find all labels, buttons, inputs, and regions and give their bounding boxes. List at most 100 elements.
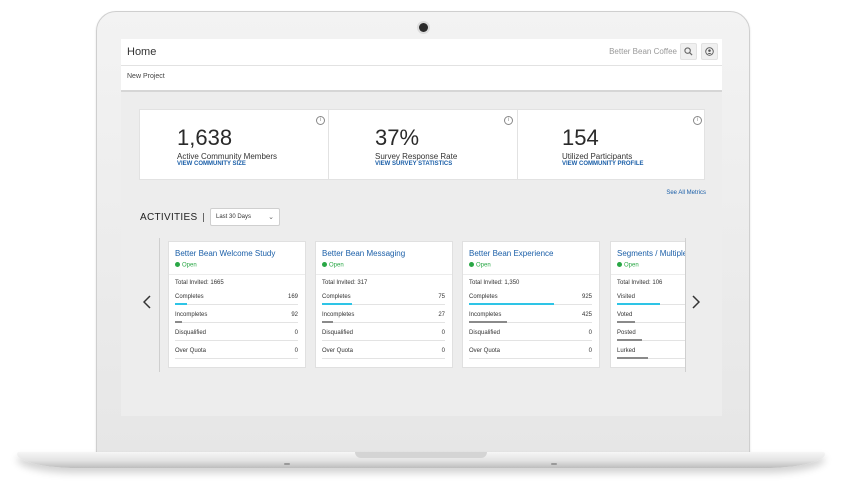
stat-row: Completes 169 [175, 294, 298, 312]
progress-bar [617, 357, 648, 359]
stat-label: Visited [617, 294, 635, 300]
stat-label: Incompletes [322, 312, 355, 318]
stat-value: 0 [588, 330, 592, 336]
stat-value: 0 [441, 348, 445, 354]
stat-label: Voted [617, 312, 633, 318]
stat-row: Posted [617, 330, 685, 348]
progress-track [322, 358, 445, 359]
status-badge: Open [617, 262, 639, 269]
activity-card[interactable]: Better Bean Welcome Study Open Total Invit… [168, 241, 306, 368]
stat-row: Disqualified 0 [175, 330, 298, 348]
activity-title[interactable]: Segments / Multiple [617, 249, 685, 258]
stat-label: Over Quota [175, 348, 207, 354]
stat-value: 0 [588, 348, 592, 354]
activity-card[interactable]: Segments / Multiple Open Total Invited: 10… [610, 241, 685, 368]
laptop-hinge-notch [355, 452, 487, 458]
progress-track [175, 358, 298, 359]
chevron-left-icon [142, 295, 151, 309]
divider [463, 274, 599, 275]
stat-row: Visited [617, 294, 685, 312]
stat-row: Over Quota 0 [469, 348, 592, 366]
account-icon [705, 47, 714, 56]
divider [316, 274, 452, 275]
divider [169, 274, 305, 275]
progress-track [322, 340, 445, 341]
stat-value: 925 [581, 294, 592, 300]
stat-value: 75 [438, 294, 445, 300]
info-icon[interactable]: i [693, 116, 702, 125]
carousel-edge [685, 238, 686, 372]
carousel-next-button[interactable] [692, 294, 701, 312]
search-icon [684, 47, 693, 56]
progress-bar [617, 339, 642, 341]
stat-row: Over Quota 0 [175, 348, 298, 366]
stat-row: Incompletes 92 [175, 312, 298, 330]
status-text: Open [182, 262, 197, 269]
status-badge: Open [175, 262, 197, 269]
stat-label: Lurked [617, 348, 636, 354]
progress-bar [175, 321, 183, 323]
status-text: Open [476, 262, 491, 269]
progress-bar [617, 321, 636, 323]
stat-value: 92 [291, 312, 298, 318]
stat-label: Incompletes [469, 312, 502, 318]
stat-value: 169 [287, 294, 298, 300]
stat-row: Completes 925 [469, 294, 592, 312]
status-badge: Open [322, 262, 344, 269]
account-button[interactable] [701, 43, 718, 60]
progress-bar [322, 303, 352, 305]
activity-card[interactable]: Better Bean Messaging Open Total Invited: … [315, 241, 453, 368]
activity-carousel: Better Bean Welcome Study Open Total Invit… [160, 39, 685, 416]
stat-row: Over Quota 0 [322, 348, 445, 366]
status-badge: Open [469, 262, 491, 269]
activity-title[interactable]: Better Bean Experience [469, 249, 554, 258]
stat-label: Completes [322, 294, 351, 300]
stat-value: 425 [581, 312, 592, 318]
activity-title[interactable]: Better Bean Messaging [322, 249, 405, 258]
stat-label: Posted [617, 330, 636, 336]
total-invited: Total Invited: 106 [617, 280, 663, 286]
laptop-foot [284, 463, 290, 465]
total-invited: Total Invited: 317 [322, 280, 368, 286]
stat-label: Over Quota [322, 348, 354, 354]
screen: Home Better Bean Coffee New Project 1,63… [121, 39, 722, 416]
webcam [419, 23, 428, 32]
chevron-right-icon [692, 295, 701, 309]
stat-label: Over Quota [469, 348, 501, 354]
progress-bar [617, 303, 661, 305]
status-dot-icon [175, 262, 180, 267]
progress-track [175, 304, 298, 305]
stat-row: Disqualified 0 [469, 330, 592, 348]
stat-row: Voted [617, 312, 685, 330]
carousel-prev-button[interactable] [142, 294, 151, 312]
activity-title[interactable]: Better Bean Welcome Study [175, 249, 275, 258]
progress-track [175, 322, 298, 323]
page-title: Home [127, 46, 157, 58]
stat-label: Disqualified [175, 330, 207, 336]
stat-label: Disqualified [322, 330, 354, 336]
progress-bar [175, 303, 188, 305]
status-text: Open [329, 262, 344, 269]
status-dot-icon [617, 262, 622, 267]
progress-track [469, 358, 592, 359]
status-text: Open [624, 262, 639, 269]
progress-bar [469, 321, 508, 323]
stat-row: Disqualified 0 [322, 330, 445, 348]
stat-value: 0 [441, 330, 445, 336]
stat-row: Completes 75 [322, 294, 445, 312]
progress-track [469, 340, 592, 341]
stat-value: 0 [294, 348, 298, 354]
stat-row: Incompletes 425 [469, 312, 592, 330]
stat-row: Lurked [617, 348, 685, 366]
status-dot-icon [322, 262, 327, 267]
stat-label: Incompletes [175, 312, 208, 318]
stat-label: Completes [175, 294, 204, 300]
stat-value: 27 [438, 312, 445, 318]
activity-card[interactable]: Better Bean Experience Open Total Invited:… [462, 241, 600, 368]
divider [611, 274, 685, 275]
stat-row: Incompletes 27 [322, 312, 445, 330]
progress-track [322, 322, 445, 323]
status-dot-icon [469, 262, 474, 267]
progress-bar [322, 321, 334, 323]
stat-value: 0 [294, 330, 298, 336]
